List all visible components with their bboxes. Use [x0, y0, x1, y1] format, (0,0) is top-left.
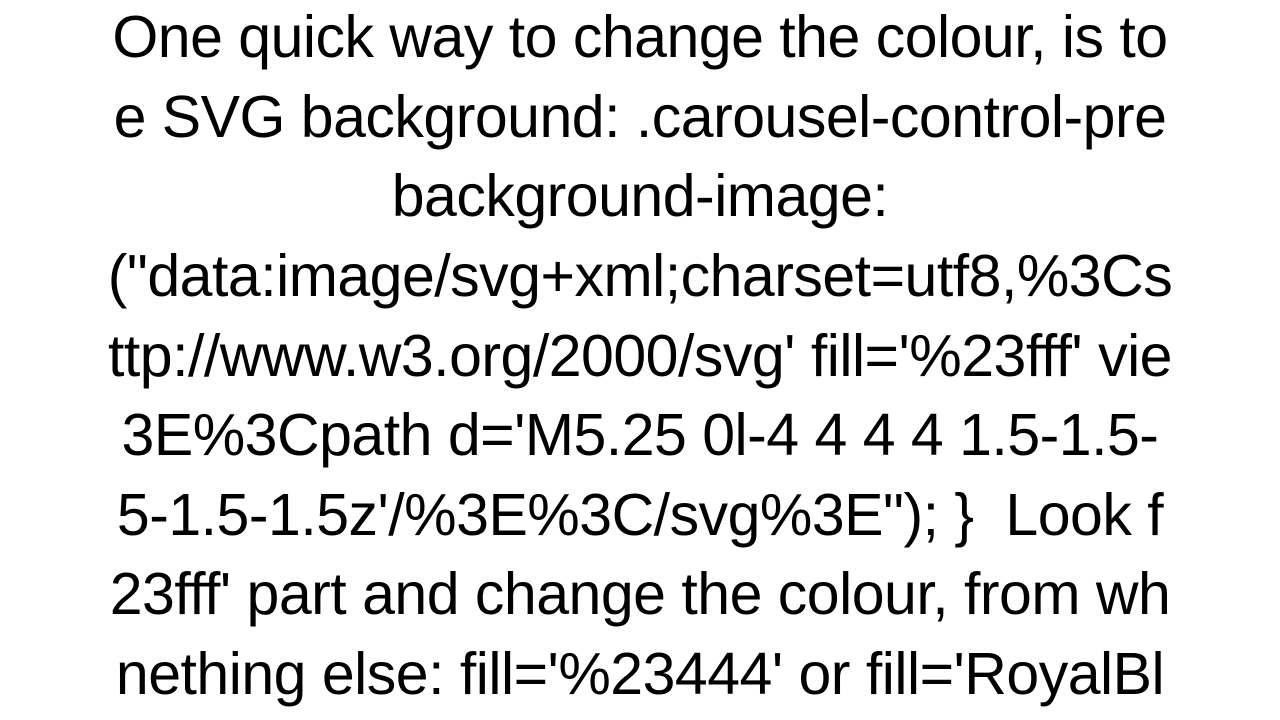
- document-viewport: One quick way to change the colour, is t…: [0, 0, 1280, 720]
- document-text: One quick way to change the colour, is t…: [108, 0, 1172, 715]
